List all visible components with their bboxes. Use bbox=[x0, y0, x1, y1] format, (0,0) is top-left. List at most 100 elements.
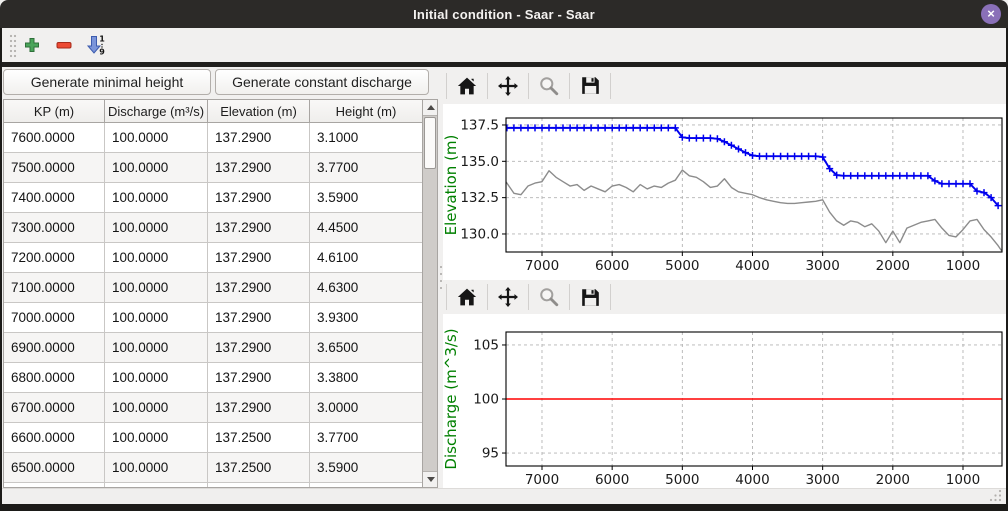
table-cell[interactable]: 3.9300 bbox=[310, 303, 423, 333]
toolbar-divider bbox=[528, 73, 529, 99]
table-cell[interactable]: 100.0000 bbox=[105, 363, 208, 393]
table-cell[interactable]: 4.6100 bbox=[310, 243, 423, 273]
column-header[interactable]: KP (m) bbox=[4, 100, 105, 123]
table-cell[interactable]: 6600.0000 bbox=[4, 423, 105, 453]
table-cell[interactable]: 100.0000 bbox=[105, 243, 208, 273]
generate-constant-discharge-button[interactable]: Generate constant discharge bbox=[215, 69, 429, 95]
table-cell[interactable]: 100.0000 bbox=[105, 303, 208, 333]
table-cell[interactable]: 100.0000 bbox=[105, 213, 208, 243]
table-cell[interactable]: 3.1000 bbox=[310, 123, 423, 153]
table-cell[interactable]: 6700.0000 bbox=[4, 393, 105, 423]
table-cell[interactable]: 100.0000 bbox=[105, 153, 208, 183]
svg-text:2000: 2000 bbox=[876, 258, 910, 274]
add-row-button[interactable] bbox=[18, 31, 46, 59]
table-cell[interactable]: 7100.0000 bbox=[4, 273, 105, 303]
table-row: 7400.0000100.0000137.29003.5900 bbox=[4, 183, 423, 213]
plot-home-button[interactable] bbox=[450, 282, 484, 312]
svg-text:132.5: 132.5 bbox=[460, 190, 499, 206]
title-bar[interactable]: Initial condition - Saar - Saar × bbox=[0, 0, 1008, 28]
table-cell[interactable]: 3.6500 bbox=[310, 333, 423, 363]
table-cell[interactable]: 137.2900 bbox=[208, 303, 310, 333]
table-cell[interactable]: 137.2900 bbox=[208, 153, 310, 183]
remove-row-button[interactable] bbox=[50, 31, 78, 59]
table-cell[interactable]: 137.2900 bbox=[208, 123, 310, 153]
table-cell[interactable]: 100.0000 bbox=[105, 423, 208, 453]
home-icon bbox=[457, 288, 477, 306]
elevation-chart[interactable]: 7000600050004000300020001000130.0132.513… bbox=[443, 104, 1008, 280]
svg-text:5000: 5000 bbox=[665, 472, 699, 488]
plot-save-button[interactable] bbox=[573, 282, 607, 312]
table-cell[interactable]: 6500.0000 bbox=[4, 453, 105, 483]
pan-icon bbox=[498, 287, 518, 307]
table-cell[interactable]: 7500.0000 bbox=[4, 153, 105, 183]
sort-numeric-icon: 1 9 bbox=[86, 35, 106, 55]
svg-text:6000: 6000 bbox=[595, 472, 629, 488]
plot-save-button[interactable] bbox=[573, 71, 607, 101]
table-cell[interactable]: 137.2900 bbox=[208, 213, 310, 243]
table-cell[interactable]: 4.6300 bbox=[310, 273, 423, 303]
table-cell[interactable]: 137.2500 bbox=[208, 423, 310, 453]
table-cell[interactable]: 137.2900 bbox=[208, 393, 310, 423]
table-cell[interactable]: 137.2500 bbox=[208, 453, 310, 483]
table-cell[interactable]: 3.3800 bbox=[310, 363, 423, 393]
resize-grip-icon[interactable] bbox=[989, 489, 1002, 502]
plot-zoom-button[interactable] bbox=[532, 71, 566, 101]
svg-text:4000: 4000 bbox=[735, 472, 769, 488]
table-cell[interactable]: 3.5900 bbox=[310, 183, 423, 213]
table-cell[interactable]: 100.0000 bbox=[105, 183, 208, 213]
remove-icon bbox=[56, 37, 72, 53]
table-cell[interactable]: 100.0000 bbox=[105, 333, 208, 363]
toolbar-divider bbox=[610, 73, 611, 99]
svg-text:2000: 2000 bbox=[876, 472, 910, 488]
discharge-chart[interactable]: 700060005000400030002000100095100105Disc… bbox=[443, 314, 1008, 490]
column-header[interactable]: Height (m) bbox=[310, 100, 423, 123]
table-scrollbar[interactable] bbox=[422, 100, 437, 487]
table-cell[interactable]: 7600.0000 bbox=[4, 123, 105, 153]
table-row: 6800.0000100.0000137.29003.3800 bbox=[4, 363, 423, 393]
plot-zoom-button[interactable] bbox=[532, 282, 566, 312]
svg-text:105: 105 bbox=[473, 337, 499, 353]
splitter-handle-icon bbox=[439, 265, 443, 291]
svg-text:100: 100 bbox=[473, 392, 499, 408]
table-row: 6600.0000100.0000137.25003.7700 bbox=[4, 423, 423, 453]
scroll-up-button[interactable] bbox=[423, 100, 438, 116]
toolbar-divider bbox=[446, 73, 447, 99]
table-cell[interactable]: 100.0000 bbox=[105, 393, 208, 423]
table-cell[interactable]: 3.7700 bbox=[310, 423, 423, 453]
table-cell[interactable]: 137.2900 bbox=[208, 333, 310, 363]
table-cell[interactable]: 100.0000 bbox=[105, 453, 208, 483]
close-button[interactable]: × bbox=[981, 4, 1001, 24]
table-cell[interactable]: 100.0000 bbox=[105, 123, 208, 153]
generate-minimal-height-button[interactable]: Generate minimal height bbox=[3, 69, 211, 95]
drag-handle-icon[interactable] bbox=[8, 34, 18, 58]
svg-text:95: 95 bbox=[482, 446, 499, 462]
scroll-down-button[interactable] bbox=[423, 471, 438, 487]
table-cell[interactable]: 3.0000 bbox=[310, 393, 423, 423]
toolbar-divider bbox=[610, 284, 611, 310]
table-cell[interactable]: 137.2900 bbox=[208, 273, 310, 303]
home-icon bbox=[457, 77, 477, 95]
table-cell[interactable]: 100.0000 bbox=[105, 273, 208, 303]
plot-pan-button[interactable] bbox=[491, 71, 525, 101]
table-cell[interactable]: 6800.0000 bbox=[4, 363, 105, 393]
column-header[interactable]: Elevation (m) bbox=[208, 100, 310, 123]
scrollbar-thumb[interactable] bbox=[424, 117, 436, 169]
table-row: 7500.0000100.0000137.29003.7700 bbox=[4, 153, 423, 183]
table-cell[interactable]: 7200.0000 bbox=[4, 243, 105, 273]
table-cell[interactable]: 7400.0000 bbox=[4, 183, 105, 213]
column-header[interactable]: Discharge (m³/s) bbox=[105, 100, 208, 123]
table-cell[interactable]: 4.4500 bbox=[310, 213, 423, 243]
table-row: 6700.0000100.0000137.29003.0000 bbox=[4, 393, 423, 423]
table-cell[interactable]: 137.2900 bbox=[208, 363, 310, 393]
table-cell[interactable]: 3.7700 bbox=[310, 153, 423, 183]
plot-pan-button[interactable] bbox=[491, 282, 525, 312]
table-cell[interactable]: 7300.0000 bbox=[4, 213, 105, 243]
plot-home-button[interactable] bbox=[450, 71, 484, 101]
sort-rows-button[interactable]: 1 9 bbox=[82, 31, 110, 59]
table-cell[interactable]: 3.5900 bbox=[310, 453, 423, 483]
table-cell[interactable]: 137.2900 bbox=[208, 183, 310, 213]
table-cell[interactable]: 7000.0000 bbox=[4, 303, 105, 333]
table-cell[interactable]: 137.2900 bbox=[208, 243, 310, 273]
toolbar-divider bbox=[487, 284, 488, 310]
table-cell[interactable]: 6900.0000 bbox=[4, 333, 105, 363]
